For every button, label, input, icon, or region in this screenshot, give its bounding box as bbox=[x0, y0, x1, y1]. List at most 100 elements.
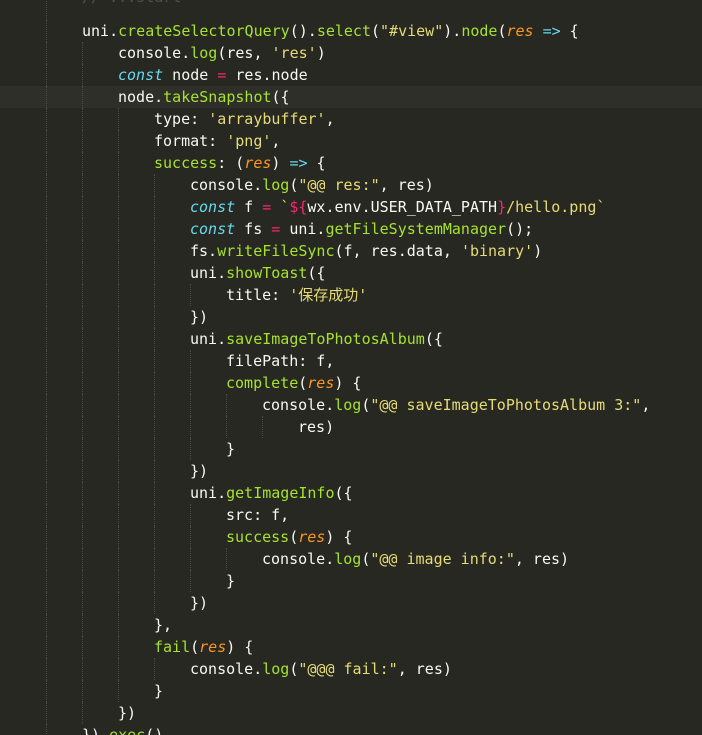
code-line[interactable]: console.log(res, 'res') bbox=[0, 42, 702, 64]
code-line[interactable]: filePath: f, bbox=[0, 350, 702, 372]
code-token: console. bbox=[190, 176, 263, 194]
code-token: , res) bbox=[379, 176, 434, 194]
code-line[interactable]: const fs = uni.getFileSystemManager(); bbox=[0, 218, 702, 240]
code-line[interactable]: console.log("@@ saveImageToPhotosAlbum 3… bbox=[0, 394, 702, 416]
code-token: createSelectorQuery bbox=[118, 22, 290, 40]
indent-guide bbox=[118, 658, 119, 680]
code-token: const bbox=[118, 66, 164, 84]
code-line[interactable]: complete(res) { bbox=[0, 372, 702, 394]
code-line[interactable]: const f = `${wx.env.USER_DATA_PATH}/hell… bbox=[0, 196, 702, 218]
code-token: ) { bbox=[334, 374, 362, 392]
code-token: } bbox=[226, 572, 236, 590]
code-token: ( bbox=[371, 22, 381, 40]
indent-guide bbox=[190, 350, 191, 372]
code-text: type: 'arraybuffer', bbox=[154, 108, 335, 130]
indent-guide bbox=[46, 240, 47, 262]
code-token: "#view" bbox=[380, 22, 444, 40]
code-token: ({ bbox=[307, 264, 326, 282]
indent-guide bbox=[46, 570, 47, 592]
code-text: fail(res) { bbox=[154, 636, 253, 658]
code-token: const bbox=[190, 198, 236, 216]
code-text: }) bbox=[118, 702, 136, 724]
code-token: res bbox=[506, 22, 534, 40]
code-line[interactable]: success(res) { bbox=[0, 526, 702, 548]
code-line[interactable]: res) bbox=[0, 416, 702, 438]
code-token: console. bbox=[190, 660, 263, 678]
indent-guide bbox=[118, 592, 119, 614]
code-text: uni.getImageInfo({ bbox=[190, 482, 353, 504]
indent-guide bbox=[118, 108, 119, 130]
code-line[interactable]: }, bbox=[0, 614, 702, 636]
code-line[interactable]: }) bbox=[0, 306, 702, 328]
code-token: fs bbox=[235, 220, 272, 238]
indent-guide bbox=[118, 284, 119, 306]
code-text: format: 'png', bbox=[154, 130, 280, 152]
code-line[interactable]: title: '保存成功' bbox=[0, 284, 702, 306]
code-line[interactable]: }).exec() bbox=[0, 724, 702, 735]
code-line[interactable]: const node = res.node bbox=[0, 64, 702, 86]
code-token: ) bbox=[533, 242, 543, 260]
code-line[interactable]: uni.getImageInfo({ bbox=[0, 482, 702, 504]
code-token: node bbox=[163, 66, 218, 84]
code-token: console. bbox=[262, 396, 335, 414]
indent-guide bbox=[118, 394, 119, 416]
code-token: res) bbox=[298, 418, 335, 436]
code-line[interactable]: console.log("@@ image info:", res) bbox=[0, 548, 702, 570]
indent-guide bbox=[118, 570, 119, 592]
code-token: node. bbox=[118, 88, 164, 106]
code-token: ({ bbox=[334, 484, 353, 502]
indent-guide bbox=[118, 306, 119, 328]
code-line[interactable]: node.takeSnapshot({ bbox=[0, 86, 702, 108]
code-line[interactable]: } bbox=[0, 570, 702, 592]
indent-guide bbox=[46, 284, 47, 306]
code-text: }) bbox=[190, 592, 208, 614]
code-text: // ...start bbox=[82, 0, 181, 8]
code-line[interactable]: }) bbox=[0, 460, 702, 482]
code-line[interactable]: console.log("@@ res:", res) bbox=[0, 174, 702, 196]
indent-guide bbox=[118, 196, 119, 218]
indent-guide bbox=[82, 438, 83, 460]
code-line[interactable]: fs.writeFileSync(f, res.data, 'binary') bbox=[0, 240, 702, 262]
indent-guide bbox=[82, 592, 83, 614]
indent-guide bbox=[118, 174, 119, 196]
code-line[interactable]: } bbox=[0, 680, 702, 702]
code-token: uni. bbox=[82, 22, 119, 40]
indent-guide bbox=[46, 636, 47, 658]
code-token: saveImageToPhotosAlbum bbox=[226, 330, 425, 348]
code-line[interactable]: }) bbox=[0, 702, 702, 724]
code-token: ). bbox=[443, 22, 462, 40]
indent-guide bbox=[46, 658, 47, 680]
code-line[interactable]: format: 'png', bbox=[0, 130, 702, 152]
code-line[interactable]: uni.saveImageToPhotosAlbum({ bbox=[0, 328, 702, 350]
indent-guide bbox=[82, 526, 83, 548]
code-line[interactable]: success: (res) => { bbox=[0, 152, 702, 174]
indent-guide bbox=[154, 592, 155, 614]
code-token: log bbox=[262, 176, 290, 194]
indent-guide bbox=[82, 482, 83, 504]
code-line[interactable]: // ...start bbox=[0, 0, 702, 20]
code-token: "@@@ fail:" bbox=[298, 660, 398, 678]
code-token: title: bbox=[226, 286, 290, 304]
indent-guide bbox=[154, 416, 155, 438]
indent-guide bbox=[46, 592, 47, 614]
code-token: 'png' bbox=[226, 132, 272, 150]
indent-guide bbox=[154, 548, 155, 570]
code-line[interactable]: fail(res) { bbox=[0, 636, 702, 658]
indent-guide bbox=[82, 658, 83, 680]
indent-guide bbox=[82, 570, 83, 592]
code-line[interactable]: src: f, bbox=[0, 504, 702, 526]
code-token: filePath: f, bbox=[226, 352, 335, 370]
code-line[interactable]: } bbox=[0, 438, 702, 460]
code-token: ) bbox=[316, 44, 326, 62]
code-token: takeSnapshot bbox=[163, 88, 272, 106]
indent-guide bbox=[46, 108, 47, 130]
code-line[interactable]: console.log("@@@ fail:", res) bbox=[0, 658, 702, 680]
indent-guide bbox=[82, 64, 83, 86]
code-line[interactable]: uni.createSelectorQuery().select("#view"… bbox=[0, 20, 702, 42]
code-line[interactable]: uni.showToast({ bbox=[0, 262, 702, 284]
code-token: res bbox=[199, 638, 227, 656]
code-editor[interactable]: // ...startuni.createSelectorQuery().sel… bbox=[0, 0, 702, 735]
code-line[interactable]: type: 'arraybuffer', bbox=[0, 108, 702, 130]
code-line[interactable]: }) bbox=[0, 592, 702, 614]
code-text: console.log("@@@ fail:", res) bbox=[190, 658, 452, 680]
